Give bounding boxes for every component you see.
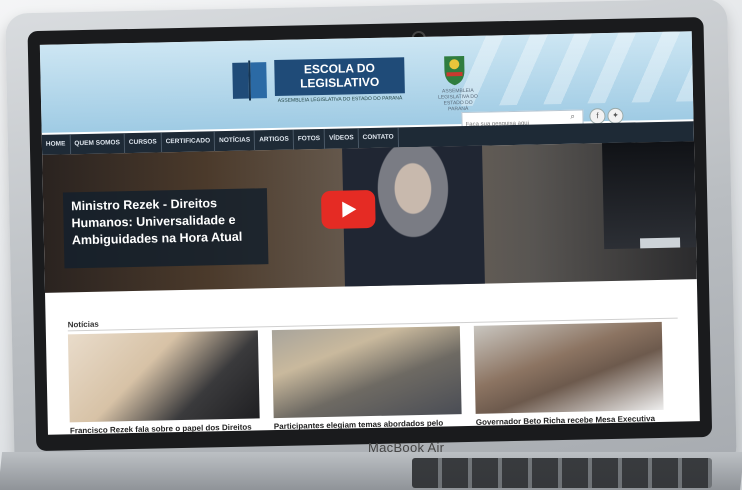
news-caption[interactable]: Participantes elegiam temas abordados pe… <box>274 418 462 435</box>
slider-indicator[interactable] <box>640 237 681 249</box>
site-logo[interactable]: ESCOLA DO LEGISLATIVO ASSEMBLEIA LEGISLA… <box>230 55 411 109</box>
nav-contato[interactable]: CONTATO <box>358 127 399 149</box>
nav-videos[interactable]: VÍDEOS <box>324 128 359 149</box>
play-icon <box>342 201 357 218</box>
news-section-title: Notícias <box>67 319 99 330</box>
search-icon[interactable]: ⌕ <box>570 112 580 122</box>
news-image[interactable] <box>67 330 260 423</box>
news-caption[interactable]: Francisco Rezek fala sobre o papel dos D… <box>70 422 260 435</box>
site-header: ESCOLA DO LEGISLATIVO ASSEMBLEIA LEGISLA… <box>39 31 694 133</box>
logo-title: ESCOLA DO LEGISLATIVO <box>274 57 405 96</box>
nav-fotos[interactable]: FOTOS <box>293 128 326 150</box>
news-image[interactable] <box>271 326 462 419</box>
hero-side-strip <box>602 141 697 250</box>
keyboard-keys <box>412 458 712 488</box>
device-brand: MacBook Air <box>368 440 445 455</box>
nav-artigos[interactable]: ARTIGOS <box>254 129 295 151</box>
news-caption[interactable]: Governador Beto Richa recebe Mesa Execut… <box>476 414 664 435</box>
book-icon <box>232 60 267 101</box>
hero-caption[interactable]: Ministro Rezek - Direitos Humanos: Unive… <box>62 188 269 269</box>
hero-video[interactable]: Ministro Rezek - Direitos Humanos: Unive… <box>42 141 697 293</box>
website-screen: ESCOLA DO LEGISLATIVO ASSEMBLEIA LEGISLA… <box>39 31 700 435</box>
nav-home[interactable]: HOME <box>41 134 71 155</box>
news-card[interactable]: Francisco Rezek fala sobre o papel dos D… <box>67 330 260 435</box>
news-card[interactable]: Participantes elegiam temas abordados pe… <box>271 326 462 435</box>
crest-icon <box>444 56 465 86</box>
header-decoration <box>459 31 694 107</box>
news-image[interactable] <box>473 321 664 414</box>
logo-subtitle: ASSEMBLEIA LEGISLATIVA DO ESTADO DO PARA… <box>277 95 403 104</box>
photo-scene: ESCOLA DO LEGISLATIVO ASSEMBLEIA LEGISLA… <box>0 0 742 490</box>
nav-quem-somos[interactable]: QUEM SOMOS <box>70 133 126 155</box>
nav-certificado[interactable]: CERTIFICADO <box>161 131 216 153</box>
crest-caption: ASSEMBLEIA LEGISLATIVA DO ESTADO DO PARA… <box>438 87 478 113</box>
laptop-lid: ESCOLA DO LEGISLATIVO ASSEMBLEIA LEGISLA… <box>5 0 737 484</box>
news-card[interactable]: Governador Beto Richa recebe Mesa Execut… <box>473 321 664 435</box>
social-icon[interactable]: ✦ <box>607 107 624 125</box>
nav-cursos[interactable]: CURSOS <box>124 132 162 154</box>
nav-noticias[interactable]: NOTÍCIAS <box>214 130 256 152</box>
social-icon[interactable]: f <box>589 108 606 125</box>
screen-bezel: ESCOLA DO LEGISLATIVO ASSEMBLEIA LEGISLA… <box>27 16 713 452</box>
play-button[interactable] <box>320 189 376 230</box>
